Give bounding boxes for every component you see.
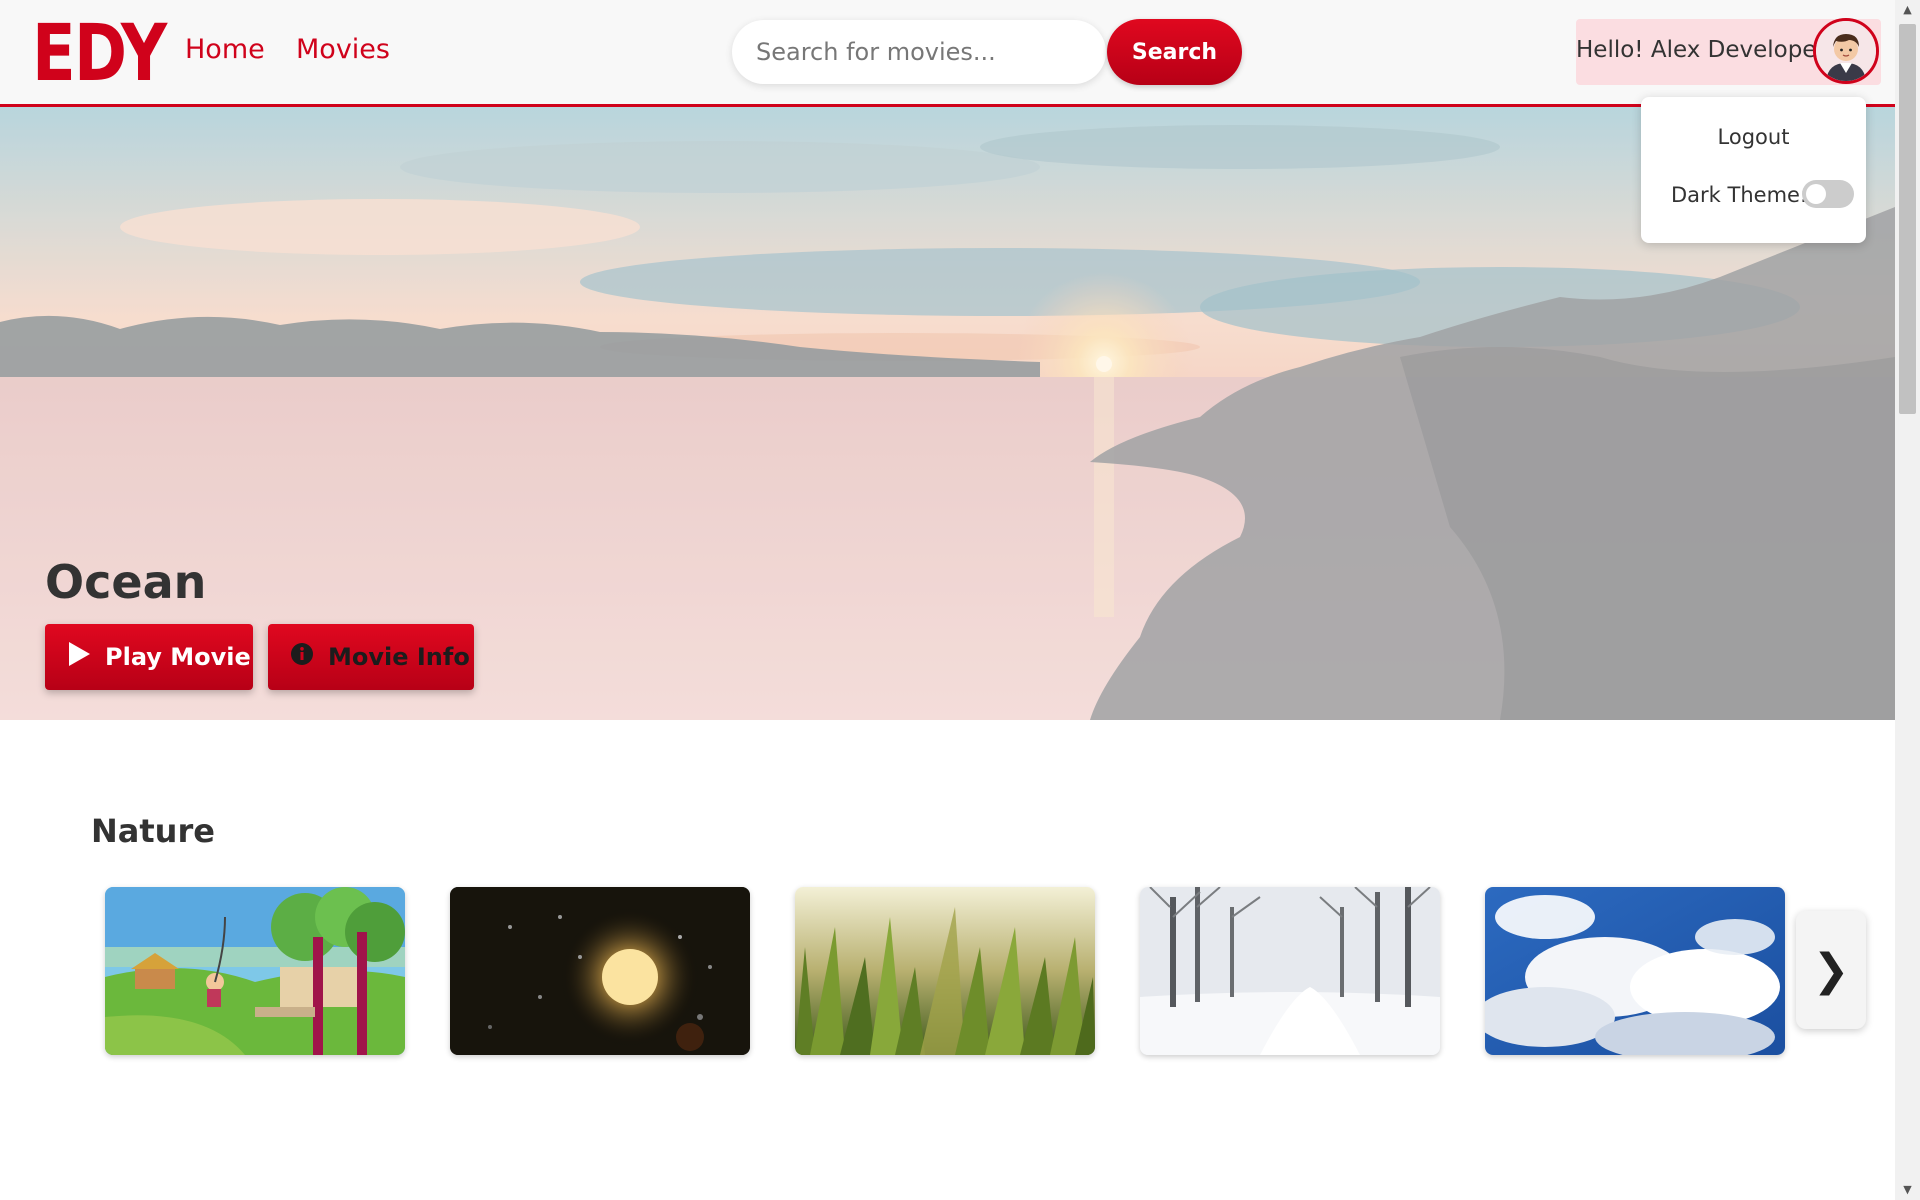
user-avatar-icon[interactable]	[1813, 18, 1879, 84]
scroll-thumb[interactable]	[1899, 24, 1916, 414]
info-icon	[290, 642, 314, 672]
nav-home-link[interactable]: Home	[185, 34, 265, 65]
user-menu[interactable]: Hello! Alex Developer	[1576, 18, 1881, 85]
row-next-button[interactable]: ❯	[1796, 911, 1866, 1029]
dark-theme-toggle[interactable]	[1802, 180, 1854, 208]
dark-theme-label: Dark Theme:	[1671, 183, 1808, 207]
play-icon	[67, 641, 91, 673]
movie-thumbnail-5[interactable]	[1485, 887, 1785, 1055]
row-title-nature: Nature	[91, 812, 215, 850]
toggle-knob	[1806, 184, 1826, 204]
page: EDY Home Movies Search Hello! Alex Devel…	[0, 0, 1920, 1200]
search-button[interactable]: Search	[1107, 19, 1242, 85]
search-input[interactable]	[732, 20, 1106, 84]
scroll-down-icon[interactable]: ▼	[1895, 1180, 1920, 1200]
nav-movies-link[interactable]: Movies	[296, 34, 390, 65]
movie-thumbnail-3[interactable]	[795, 887, 1095, 1055]
play-movie-button[interactable]: Play Movie	[45, 624, 253, 690]
scroll-up-icon[interactable]: ▲	[1895, 0, 1920, 20]
play-movie-label: Play Movie	[105, 643, 251, 671]
movie-thumbnail-1[interactable]	[105, 887, 405, 1055]
user-dropdown-menu: Logout Dark Theme:	[1641, 97, 1866, 243]
movie-thumbnail-2[interactable]	[450, 887, 750, 1055]
top-header: EDY Home Movies Search Hello! Alex Devel…	[0, 0, 1895, 107]
movie-info-button[interactable]: Movie Info	[268, 624, 474, 690]
hero-title: Ocean	[45, 555, 207, 609]
movie-thumbnail-4[interactable]	[1140, 887, 1440, 1055]
hero-banner: Ocean Play Movie Movie Info	[0, 107, 1895, 720]
site-logo[interactable]: EDY	[32, 14, 167, 94]
page-scrollbar[interactable]: ▲ ▼	[1895, 0, 1920, 1200]
movie-info-label: Movie Info	[328, 643, 470, 671]
logout-menu-item[interactable]: Logout	[1641, 125, 1866, 149]
user-greeting: Hello! Alex Developer	[1576, 37, 1826, 63]
